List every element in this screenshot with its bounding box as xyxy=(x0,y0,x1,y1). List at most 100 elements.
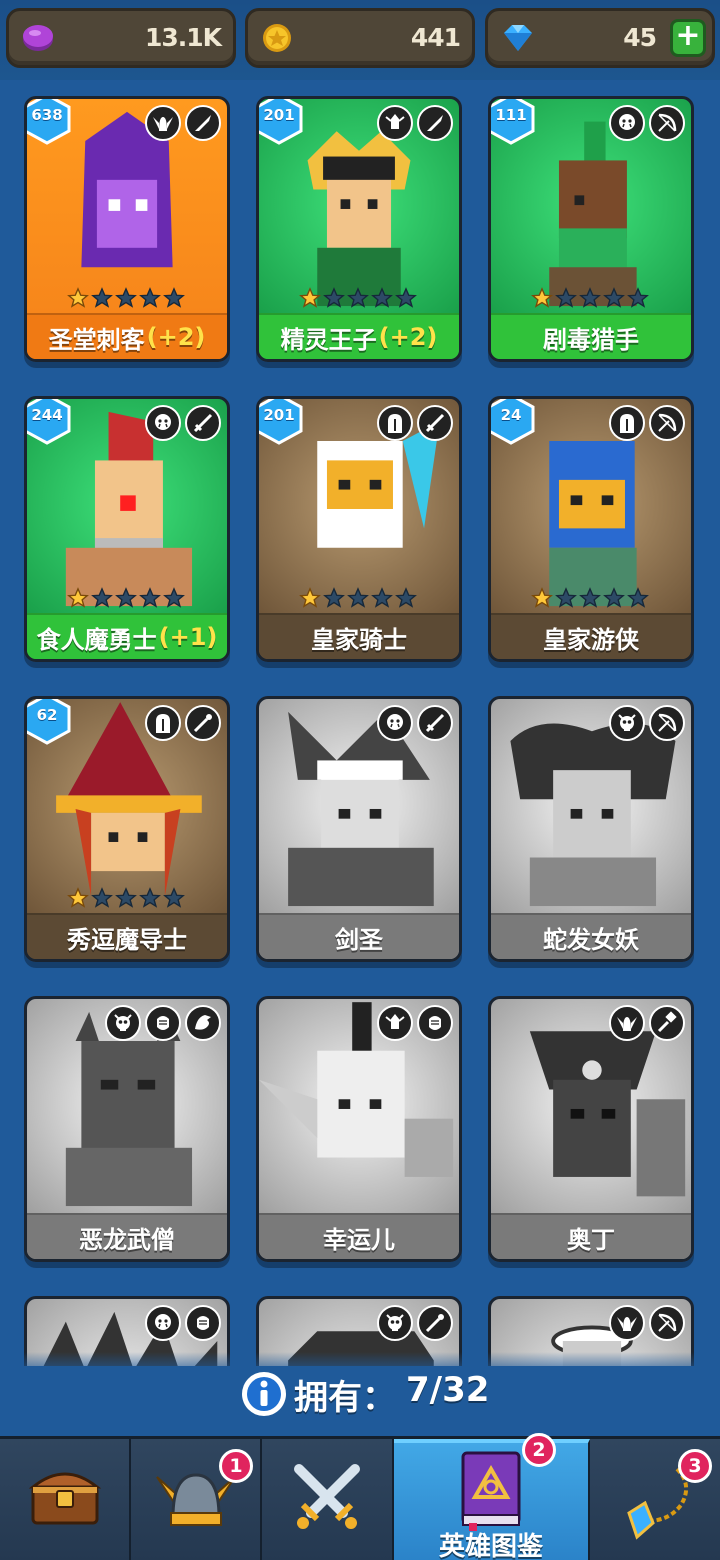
winged-helm-icon[interactable] xyxy=(145,105,181,141)
fist-icon[interactable] xyxy=(417,1005,453,1041)
bow-icon[interactable] xyxy=(649,405,685,441)
hero-card[interactable]: 圣堂刺客 (+2) 638 xyxy=(24,96,230,362)
hero-name-banner: 奥丁 xyxy=(491,1213,691,1259)
hero-name-banner: 皇家骑士 xyxy=(259,613,459,659)
star-empty-icon xyxy=(115,887,137,908)
hero-name: 皇家骑士 xyxy=(311,625,407,654)
orc-icon[interactable] xyxy=(145,405,181,441)
hero-name-banner: 精灵王子 (+2) xyxy=(259,313,459,359)
knight-helm-icon[interactable] xyxy=(377,405,413,441)
hero-card[interactable]: 蛇发女妖 xyxy=(488,696,694,962)
nav-heroes[interactable]: 1 xyxy=(131,1439,262,1560)
resource-bar: 13.1K 441 45 + xyxy=(0,0,720,80)
star-filled-icon xyxy=(67,887,89,908)
wand-icon[interactable] xyxy=(417,1305,453,1341)
elf-icon[interactable] xyxy=(377,1005,413,1041)
skull-icon[interactable] xyxy=(609,705,645,741)
hero-type-icons xyxy=(377,705,453,741)
star-empty-icon xyxy=(323,587,345,608)
hero-card[interactable]: 精灵王子 (+2) 201 xyxy=(256,96,462,362)
bow-icon[interactable] xyxy=(649,105,685,141)
gold-coin-counter[interactable]: 441 xyxy=(245,8,475,68)
hero-level: 62 xyxy=(36,706,58,724)
diamond-counter[interactable]: 45 + xyxy=(485,8,715,68)
hero-card[interactable]: 剑圣 xyxy=(256,696,462,962)
hero-level: 111 xyxy=(495,106,527,124)
hammer-icon[interactable] xyxy=(649,1005,685,1041)
star-empty-icon xyxy=(555,587,577,608)
hero-type-icons xyxy=(609,1305,685,1341)
orc-icon[interactable] xyxy=(609,105,645,141)
hero-name-banner: 蛇发女妖 xyxy=(491,913,691,959)
nav-hero-book[interactable]: 2 英雄图鉴 xyxy=(394,1433,590,1560)
bow-icon[interactable] xyxy=(649,705,685,741)
skull-icon[interactable] xyxy=(377,1305,413,1341)
hero-book-icon xyxy=(461,1451,521,1531)
star-rating xyxy=(67,587,185,611)
skull-icon[interactable] xyxy=(105,1005,141,1041)
hero-card[interactable]: 皇家骑士 201 xyxy=(256,396,462,662)
hero-type-icons xyxy=(145,705,221,741)
wand-icon[interactable] xyxy=(185,705,221,741)
nav-chest[interactable] xyxy=(0,1439,131,1560)
star-empty-icon xyxy=(139,587,161,608)
star-empty-icon xyxy=(395,587,417,608)
knight-helm-icon[interactable] xyxy=(145,705,181,741)
hero-name-banner: 食人魔勇士 (+1) xyxy=(27,613,227,659)
level-badge: 201 xyxy=(259,399,305,445)
star-rating xyxy=(67,287,185,311)
bottom-nav: 1 2 英雄图鉴 3 xyxy=(0,1433,720,1560)
purple-gem-counter[interactable]: 13.1K xyxy=(6,8,236,68)
star-rating xyxy=(67,887,185,911)
sword-icon[interactable] xyxy=(417,705,453,741)
owned-value: 7/32 xyxy=(406,1370,490,1410)
fist-icon[interactable] xyxy=(145,1005,181,1041)
nav-equipment[interactable]: 3 xyxy=(590,1439,720,1560)
knight-helm-icon[interactable] xyxy=(609,405,645,441)
dagger-icon[interactable] xyxy=(185,105,221,141)
hero-grid: 圣堂刺客 (+2) 638 精灵王子 (+2) 201 剧毒猎手 111 食人魔勇士… xyxy=(24,96,696,1366)
hero-card[interactable]: 奥丁 xyxy=(488,996,694,1262)
dragon-icon[interactable] xyxy=(185,1005,221,1041)
sword-icon[interactable] xyxy=(417,405,453,441)
star-empty-icon xyxy=(91,287,113,308)
elf-icon[interactable] xyxy=(377,105,413,141)
winged-helm-icon[interactable] xyxy=(609,1005,645,1041)
hero-level: 24 xyxy=(500,406,522,424)
fist-icon[interactable] xyxy=(185,1305,221,1341)
bow-icon[interactable] xyxy=(649,1305,685,1341)
hero-card[interactable]: 幸运儿 xyxy=(256,996,462,1262)
level-badge: 201 xyxy=(259,99,305,145)
hero-type-icons xyxy=(105,1005,221,1041)
hero-type-icons xyxy=(377,1005,453,1041)
hero-type-icons xyxy=(377,105,453,141)
star-empty-icon xyxy=(163,887,185,908)
hero-card[interactable]: 皇家游侠 24 xyxy=(488,396,694,662)
add-diamond-button[interactable]: + xyxy=(670,19,706,57)
hero-name: 幸运儿 xyxy=(323,1225,395,1254)
dagger-icon[interactable] xyxy=(417,105,453,141)
info-icon[interactable] xyxy=(240,1370,288,1418)
star-empty-icon xyxy=(115,287,137,308)
diamond-value: 45 xyxy=(623,23,657,52)
star-empty-icon xyxy=(627,287,649,308)
star-empty-icon xyxy=(627,587,649,608)
hero-card[interactable]: 恶龙武僧 xyxy=(24,996,230,1262)
hero-name-banner: 剧毒猎手 xyxy=(491,313,691,359)
hero-card[interactable]: 剧毒猎手 111 xyxy=(488,96,694,362)
star-empty-icon xyxy=(139,887,161,908)
hero-card[interactable]: 秀逗魔导士 62 xyxy=(24,696,230,962)
nav-battle[interactable] xyxy=(262,1439,394,1560)
hero-card[interactable]: 食人魔勇士 (+1) 244 xyxy=(24,396,230,662)
star-rating xyxy=(299,287,417,311)
star-filled-icon xyxy=(67,287,89,308)
winged-helm-icon[interactable] xyxy=(609,1305,645,1341)
hero-type-icons xyxy=(609,405,685,441)
hero-name-banner: 幸运儿 xyxy=(259,1213,459,1259)
sword-icon[interactable] xyxy=(185,405,221,441)
orc-icon[interactable] xyxy=(145,1305,181,1341)
star-empty-icon xyxy=(347,587,369,608)
hero-level: 201 xyxy=(263,106,295,124)
hero-type-icons xyxy=(145,105,221,141)
orc-icon[interactable] xyxy=(377,705,413,741)
